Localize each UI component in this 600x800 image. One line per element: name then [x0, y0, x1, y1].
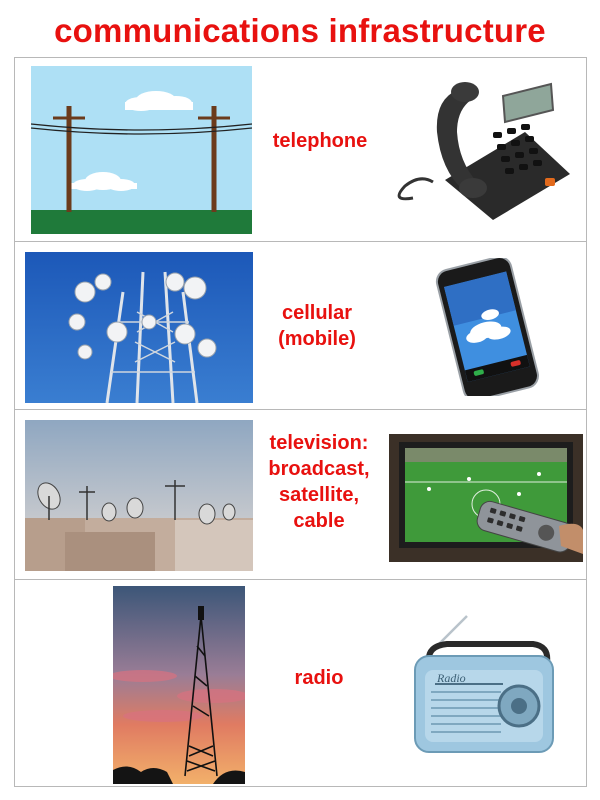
radio-brand-text: Radio [436, 671, 466, 685]
desk-telephone [375, 70, 577, 222]
row-cellular: cellular (mobile) [15, 241, 586, 409]
row-label-cellular: cellular (mobile) [278, 302, 356, 350]
infrastructure-table: telephone cellular (mobile) television: … [14, 57, 587, 787]
row-radio: radio Radio [15, 579, 586, 788]
cell-tower-antennas [25, 252, 253, 403]
retro-radio: Radio [407, 612, 557, 757]
radio-tower-at-sunset [113, 586, 245, 784]
row-label-telephone: telephone [272, 130, 368, 152]
row-telephone: telephone [15, 58, 586, 241]
tv-with-remote [389, 434, 583, 562]
row-label-television: television: broadcast, satellite, cable [268, 432, 370, 532]
row-label-radio: radio [294, 667, 344, 689]
telephone-poles-illustration [31, 66, 252, 234]
smartphone [427, 258, 545, 396]
row-television: television: broadcast, satellite, cable [15, 409, 586, 579]
page-title: communications infrastructure [54, 12, 546, 49]
rooftop-satellite-dishes [25, 420, 253, 571]
